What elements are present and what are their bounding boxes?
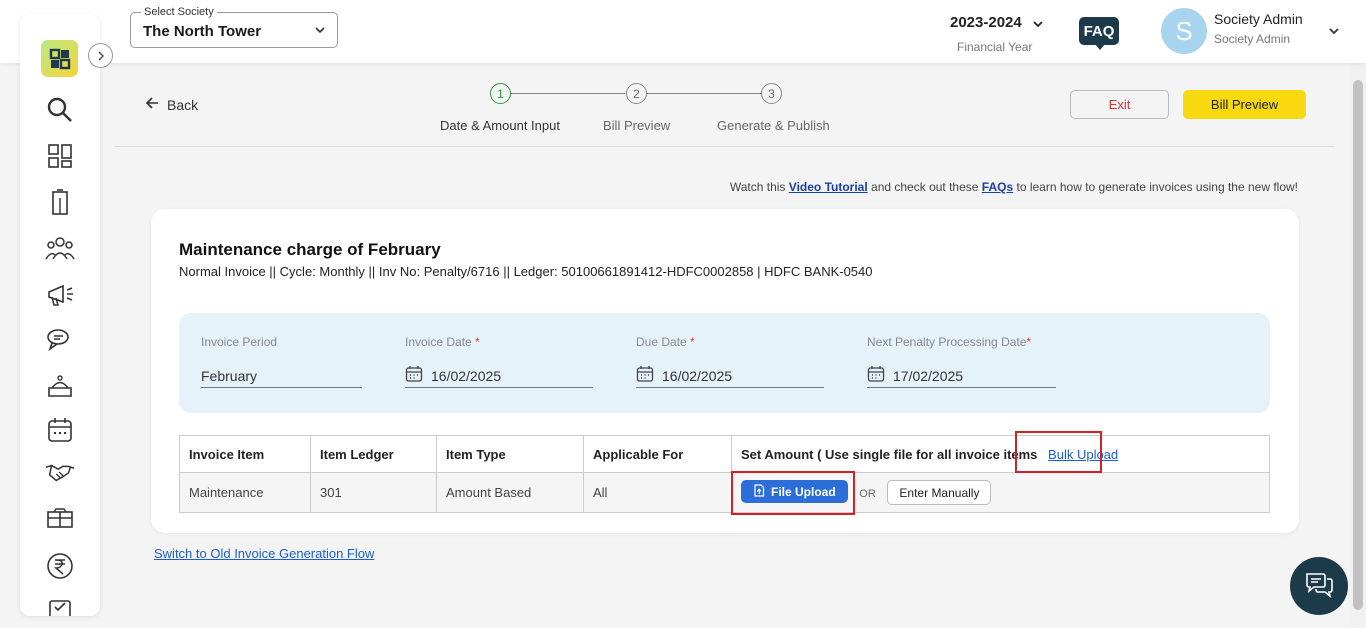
user-role: Society Admin — [1214, 32, 1291, 46]
step-connector — [647, 93, 761, 94]
due-date-input[interactable]: 16/02/2025 — [636, 364, 824, 388]
dashboard-icon[interactable] — [44, 140, 76, 172]
back-button[interactable]: Back — [145, 96, 198, 113]
checklist-icon[interactable] — [44, 594, 76, 616]
invoice-dates-panel: Invoice Period February Invoice Date * 1… — [179, 313, 1270, 413]
avatar[interactable]: S — [1161, 8, 1207, 54]
due-date-label-text: Due Date — [636, 335, 687, 349]
user-name: Society Admin — [1214, 11, 1303, 27]
financial-year-label: Financial Year — [957, 40, 1033, 54]
chevron-down-icon — [313, 23, 327, 42]
step-3-label: Generate & Publish — [717, 118, 830, 133]
column-header: Invoice Item — [179, 435, 311, 473]
announcement-icon[interactable] — [44, 278, 76, 310]
applicable-for-cell: All — [583, 472, 732, 513]
invoice-title: Maintenance charge of February — [179, 240, 441, 259]
set-amount-label: Set Amount ( Use single file for all inv… — [741, 446, 1038, 462]
step-2-indicator: 2 — [626, 83, 647, 104]
chat-support-button[interactable] — [1290, 557, 1348, 615]
or-separator: OR — [859, 487, 876, 500]
top-header: Select Society The North Tower 2023-2024… — [0, 0, 1366, 63]
bill-preview-button[interactable]: Bill Preview — [1183, 90, 1306, 119]
set-amount-header: Set Amount ( Use single file for all inv… — [731, 435, 1270, 473]
invoice-date-label: Invoice Date * — [405, 335, 480, 349]
calendar-icon — [405, 365, 423, 386]
invoice-date-input[interactable]: 16/02/2025 — [405, 364, 593, 388]
society-select[interactable]: Select Society The North Tower — [130, 6, 338, 48]
column-header: Applicable For — [583, 435, 732, 473]
invoice-item-cell: Maintenance — [179, 472, 311, 513]
chevron-down-icon[interactable] — [1327, 24, 1341, 43]
tutorial-prefix: Watch this — [729, 180, 786, 194]
bulk-upload-highlight — [1015, 431, 1102, 473]
required-mark: * — [690, 335, 695, 349]
penalty-date-field[interactable]: Next Penalty Processing Date* 17/02/2025 — [867, 335, 1056, 388]
calendar-icon — [867, 365, 885, 386]
invoice-date-field[interactable]: Invoice Date * 16/02/2025 — [405, 335, 593, 388]
tutorial-middle: and check out these — [871, 180, 979, 194]
chevron-down-icon — [1032, 17, 1044, 35]
step-1-label: Date & Amount Input — [440, 118, 560, 133]
handshake-icon[interactable] — [44, 456, 76, 488]
item-type-cell: Amount Based — [436, 472, 584, 513]
step-2-label: Bill Preview — [603, 118, 671, 133]
sidebar — [20, 14, 100, 616]
video-tutorial-link[interactable]: Video Tutorial — [789, 180, 868, 194]
file-upload-highlight — [731, 471, 855, 515]
invoice-period-value: February — [201, 364, 362, 388]
penalty-date-label-text: Next Penalty Processing Date — [867, 335, 1027, 349]
financial-year-selector[interactable]: 2023-2024 Financial Year — [950, 14, 1050, 54]
step-connector — [511, 93, 625, 94]
exit-button[interactable]: Exit — [1070, 90, 1169, 119]
scrollbar-thumb[interactable] — [1353, 80, 1363, 610]
facility-icon[interactable] — [44, 370, 76, 402]
step-1-indicator: 1 — [490, 83, 511, 104]
column-header: Item Ledger — [310, 435, 437, 473]
invoice-date-text: 16/02/2025 — [431, 367, 502, 384]
chat-bubbles-icon — [1304, 570, 1334, 603]
due-date-label: Due Date * — [636, 335, 695, 349]
sidebar-collapse-button[interactable] — [88, 43, 113, 68]
tutorial-hint: Watch this Video Tutorial and check out … — [560, 180, 1298, 194]
wizard-header: Back 1 2 3 Date & Amount Input Bill Prev… — [115, 63, 1335, 147]
members-icon[interactable] — [44, 232, 76, 264]
due-date-text: 16/02/2025 — [662, 367, 733, 384]
society-select-value: The North Tower — [143, 23, 262, 40]
search-icon[interactable] — [44, 94, 76, 126]
society-select-label: Select Society — [141, 6, 217, 18]
old-flow-link[interactable]: Switch to Old Invoice Generation Flow — [154, 546, 374, 561]
faqs-link[interactable]: FAQs — [982, 180, 1013, 194]
enter-manually-button[interactable]: Enter Manually — [887, 480, 992, 505]
app-logo[interactable] — [41, 40, 78, 77]
required-mark: * — [475, 335, 480, 349]
penalty-date-label: Next Penalty Processing Date* — [867, 335, 1031, 349]
invoice-period-label: Invoice Period — [201, 335, 278, 349]
calendar-icon — [636, 365, 654, 386]
arrow-left-icon — [145, 96, 159, 113]
amenities-icon[interactable] — [44, 502, 76, 534]
faq-button[interactable]: FAQ — [1079, 17, 1119, 50]
step-3-indicator: 3 — [761, 83, 782, 104]
required-mark: * — [1026, 335, 1032, 349]
tutorial-suffix: to learn how to generate invoices using … — [1016, 180, 1298, 194]
item-ledger-cell: 301 — [310, 472, 437, 513]
rupee-icon[interactable] — [44, 550, 76, 582]
due-date-field[interactable]: Due Date * 16/02/2025 — [636, 335, 824, 388]
calendar-icon[interactable] — [44, 414, 76, 446]
building-icon[interactable] — [44, 186, 76, 218]
invoice-date-label-text: Invoice Date — [405, 335, 472, 349]
column-header: Item Type — [436, 435, 584, 473]
invoice-card: Maintenance charge of February Normal In… — [151, 209, 1299, 533]
invoice-period-field: Invoice Period February — [201, 335, 362, 388]
penalty-date-input[interactable]: 17/02/2025 — [867, 364, 1056, 388]
chat-icon[interactable] — [44, 324, 76, 356]
invoice-items-table: Invoice Item Item Ledger Item Type Appli… — [179, 435, 1270, 513]
invoice-period-text: February — [201, 367, 258, 384]
table-header-row: Invoice Item Item Ledger Item Type Appli… — [179, 435, 1270, 473]
back-label: Back — [167, 96, 199, 113]
table-row: Maintenance 301 Amount Based All File Up… — [179, 472, 1270, 513]
invoice-subtitle: Normal Invoice || Cycle: Monthly || Inv … — [179, 264, 873, 279]
penalty-date-text: 17/02/2025 — [893, 367, 964, 384]
